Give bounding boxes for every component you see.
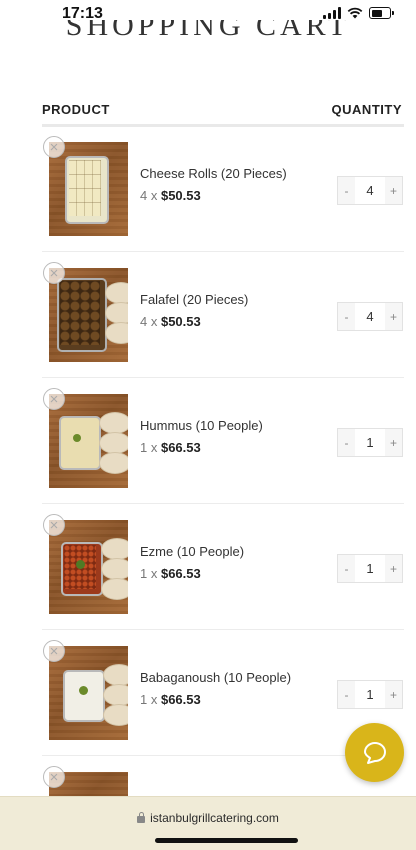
remove-item-icon[interactable]: × bbox=[43, 136, 65, 158]
decrease-quantity-button[interactable]: - bbox=[338, 429, 355, 456]
quantity-stepper: - 1 + bbox=[337, 680, 403, 709]
product-price-line: 4 x $50.53 bbox=[140, 188, 201, 203]
quantity-input[interactable]: 4 bbox=[355, 303, 385, 330]
browser-address-bar[interactable]: istanbulgrillcatering.com bbox=[0, 796, 416, 850]
product-name[interactable]: Ezme (10 People) bbox=[140, 544, 244, 559]
quantity-prefix: 1 x bbox=[140, 566, 158, 581]
quantity-input[interactable]: 1 bbox=[355, 555, 385, 582]
quantity-input[interactable]: 1 bbox=[355, 681, 385, 708]
page-title-text: SHOPPING CART bbox=[65, 20, 351, 42]
product-image-falafel[interactable] bbox=[49, 268, 128, 362]
battery-icon bbox=[369, 7, 394, 19]
quantity-stepper: - 4 + bbox=[337, 176, 403, 205]
quantity-stepper: - 4 + bbox=[337, 302, 403, 331]
wifi-icon bbox=[347, 7, 363, 19]
product-price-line: 1 x $66.53 bbox=[140, 566, 201, 581]
product-name[interactable]: Cheese Rolls (20 Pieces) bbox=[140, 166, 287, 181]
status-icons bbox=[323, 7, 394, 19]
cart-table-header: PRODUCT QUANTITY bbox=[42, 102, 404, 127]
product-price-line: 4 x $50.53 bbox=[140, 314, 201, 329]
remove-item-icon[interactable]: × bbox=[43, 766, 65, 788]
unit-price: $50.53 bbox=[160, 314, 201, 329]
quantity-prefix: 4 x bbox=[140, 188, 158, 203]
unit-price: $66.53 bbox=[160, 692, 201, 707]
quantity-input[interactable]: 1 bbox=[355, 429, 385, 456]
url-text: istanbulgrillcatering.com bbox=[150, 811, 279, 825]
product-price-line: 1 x $66.53 bbox=[140, 440, 201, 455]
increase-quantity-button[interactable]: + bbox=[385, 177, 402, 204]
quantity-prefix: 1 x bbox=[140, 692, 158, 707]
quantity-stepper: - 1 + bbox=[337, 428, 403, 457]
cart-item-row: × Cheese Rolls (20 Pieces) 4 x $50.53 - … bbox=[0, 126, 416, 252]
home-indicator[interactable] bbox=[155, 838, 298, 843]
cart-item-row: × Ezme (10 People) 1 x $66.53 - 1 + bbox=[0, 504, 416, 630]
cart-item-row: × Hummus (10 People) 1 x $66.53 - 1 + bbox=[0, 378, 416, 504]
product-image-ezme[interactable] bbox=[49, 520, 128, 614]
product-column-header: PRODUCT bbox=[42, 102, 110, 117]
product-image-babaganoush[interactable] bbox=[49, 646, 128, 740]
product-price-line: 1 x $66.53 bbox=[140, 692, 201, 707]
lock-icon bbox=[137, 812, 146, 823]
remove-item-icon[interactable]: × bbox=[43, 514, 65, 536]
decrease-quantity-button[interactable]: - bbox=[338, 177, 355, 204]
decrease-quantity-button[interactable]: - bbox=[338, 681, 355, 708]
unit-price: $66.53 bbox=[160, 440, 201, 455]
quantity-prefix: 1 x bbox=[140, 440, 158, 455]
quantity-prefix: 4 x bbox=[140, 314, 158, 329]
increase-quantity-button[interactable]: + bbox=[385, 429, 402, 456]
cart-items-list: × Cheese Rolls (20 Pieces) 4 x $50.53 - … bbox=[0, 126, 416, 756]
increase-quantity-button[interactable]: + bbox=[385, 681, 402, 708]
decrease-quantity-button[interactable]: - bbox=[338, 303, 355, 330]
product-image-cheese-rolls[interactable] bbox=[49, 142, 128, 236]
remove-item-icon[interactable]: × bbox=[43, 640, 65, 662]
product-name[interactable]: Falafel (20 Pieces) bbox=[140, 292, 248, 307]
product-image-hummus[interactable] bbox=[49, 394, 128, 488]
increase-quantity-button[interactable]: + bbox=[385, 555, 402, 582]
quantity-input[interactable]: 4 bbox=[355, 177, 385, 204]
quantity-stepper: - 1 + bbox=[337, 554, 403, 583]
remove-item-icon[interactable]: × bbox=[43, 388, 65, 410]
chat-bubble-icon bbox=[363, 741, 386, 764]
product-name[interactable]: Babaganoush (10 People) bbox=[140, 670, 291, 685]
page-title: SHOPPING CART bbox=[0, 20, 416, 42]
remove-item-icon[interactable]: × bbox=[43, 262, 65, 284]
increase-quantity-button[interactable]: + bbox=[385, 303, 402, 330]
chat-button[interactable] bbox=[345, 723, 404, 782]
product-name[interactable]: Hummus (10 People) bbox=[140, 418, 263, 433]
unit-price: $66.53 bbox=[160, 566, 201, 581]
decrease-quantity-button[interactable]: - bbox=[338, 555, 355, 582]
cart-item-row: × Falafel (20 Pieces) 4 x $50.53 - 4 + bbox=[0, 252, 416, 378]
cellular-signal-icon bbox=[323, 7, 341, 19]
unit-price: $50.53 bbox=[160, 188, 201, 203]
quantity-column-header: QUANTITY bbox=[331, 102, 402, 117]
address-bar-url[interactable]: istanbulgrillcatering.com bbox=[0, 811, 416, 825]
